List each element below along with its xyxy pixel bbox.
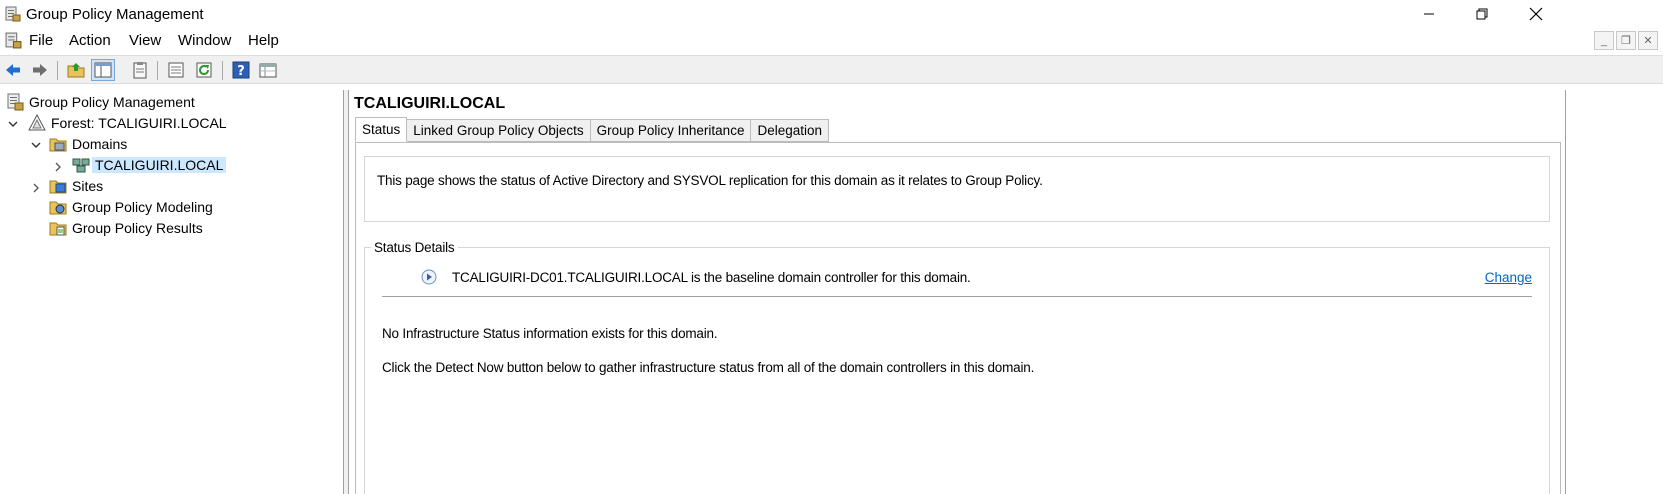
- back-arrow-icon[interactable]: [4, 61, 22, 79]
- details-pane: TCALIGUIRI.LOCAL Status Linked Group Pol…: [350, 90, 1566, 494]
- menu-bar: File Action View Window Help _ ❐ ✕: [0, 28, 1663, 54]
- toolbar-separator: [222, 61, 223, 80]
- tree-item-gpm-root[interactable]: Group Policy Management: [6, 92, 195, 112]
- mdi-restore-button[interactable]: ❐: [1616, 31, 1636, 50]
- info-text: This page shows the status of Active Dir…: [377, 173, 1043, 188]
- tree-label-root: Group Policy Management: [29, 94, 195, 110]
- gp-results-icon: [49, 222, 67, 236]
- forward-arrow-icon[interactable]: [31, 61, 49, 79]
- menu-window[interactable]: Window: [178, 32, 231, 49]
- title-bar: Group Policy Management: [0, 0, 1663, 28]
- tree-label-sites: Sites: [72, 178, 104, 194]
- menu-file[interactable]: File: [29, 32, 53, 49]
- tab-strip: Status Linked Group Policy Objects Group…: [355, 117, 829, 142]
- help-icon[interactable]: ?: [232, 61, 250, 79]
- baseline-dc-text: TCALIGUIRI-DC01.TCALIGUIRI.LOCAL is the …: [452, 269, 971, 285]
- menu-help[interactable]: Help: [248, 32, 279, 49]
- expand-circle-icon[interactable]: [421, 269, 437, 285]
- tree-item-sites[interactable]: Sites: [49, 176, 103, 196]
- svg-text:?: ?: [237, 64, 245, 79]
- properties-icon[interactable]: [167, 61, 185, 79]
- mdi-minimize-button[interactable]: _: [1594, 31, 1614, 50]
- pane-splitter[interactable]: [344, 90, 349, 494]
- page-title: TCALIGUIRI.LOCAL: [354, 95, 506, 112]
- change-baseline-link[interactable]: Change: [1485, 270, 1532, 285]
- window-title: Group Policy Management: [26, 6, 204, 23]
- tab-linked-gpos[interactable]: Linked Group Policy Objects: [406, 119, 591, 142]
- toolbar-separator: [57, 61, 58, 80]
- divider: [382, 296, 1532, 297]
- tab-delegation[interactable]: Delegation: [750, 119, 829, 142]
- tree-item-domains[interactable]: Domains: [49, 134, 127, 154]
- show-hide-console-tree-icon[interactable]: [94, 61, 112, 79]
- chevron-right-icon[interactable]: [30, 182, 42, 194]
- toolbar: ?: [0, 55, 1663, 84]
- tab-gp-inheritance[interactable]: Group Policy Inheritance: [589, 119, 752, 142]
- restore-icon: [1476, 8, 1488, 20]
- tree-label-domain: TCALIGUIRI.LOCAL: [92, 157, 227, 173]
- right-margin: [1567, 90, 1663, 494]
- domain-icon: [72, 158, 90, 173]
- system-menu-icon[interactable]: [5, 32, 22, 49]
- status-details-group: Status Details TCALIGUIRI-DC01.TCALIGUIR…: [364, 240, 1550, 494]
- gpm-node-icon: [7, 93, 24, 111]
- menu-action[interactable]: Action: [69, 32, 111, 49]
- close-icon: ✕: [1643, 35, 1653, 47]
- gpm-app-icon: [5, 6, 21, 22]
- detect-now-instructions: Click the Detect Now button below to gat…: [382, 360, 1035, 375]
- minimize-icon: _: [1600, 34, 1608, 47]
- minimize-icon: [1424, 13, 1434, 15]
- clipboard-icon[interactable]: [131, 61, 149, 79]
- tree-item-gp-results[interactable]: Group Policy Results: [49, 218, 203, 238]
- info-box: This page shows the status of Active Dir…: [364, 156, 1550, 222]
- close-icon: [1529, 7, 1543, 21]
- tree-item-forest[interactable]: Forest: TCALIGUIRI.LOCAL: [28, 113, 227, 133]
- console-tree: Group Policy Management Forest: TCALIGUI…: [0, 90, 344, 494]
- minimize-button[interactable]: [1406, 0, 1452, 28]
- tree-label-results: Group Policy Results: [72, 220, 203, 236]
- tree-label-forest: Forest: TCALIGUIRI.LOCAL: [51, 115, 227, 131]
- export-list-icon[interactable]: [259, 61, 277, 79]
- gp-modeling-icon: [49, 201, 67, 215]
- tab-status[interactable]: Status: [355, 117, 408, 142]
- baseline-dc-row: TCALIGUIRI-DC01.TCALIGUIRI.LOCAL is the …: [421, 268, 971, 286]
- refresh-icon[interactable]: [195, 61, 213, 79]
- chevron-down-icon[interactable]: [7, 118, 19, 130]
- toolbar-separator: [157, 61, 158, 80]
- tree-item-gp-modeling[interactable]: Group Policy Modeling: [49, 197, 213, 217]
- close-button[interactable]: [1513, 0, 1559, 28]
- restore-icon: ❐: [1621, 35, 1631, 47]
- tree-label-modeling: Group Policy Modeling: [72, 199, 213, 215]
- chevron-down-icon[interactable]: [30, 139, 42, 151]
- restore-button[interactable]: [1459, 0, 1505, 28]
- up-folder-icon[interactable]: [67, 61, 85, 79]
- menu-view[interactable]: View: [129, 32, 161, 49]
- no-infrastructure-status-text: No Infrastructure Status information exi…: [382, 326, 718, 341]
- mdi-window-controls: _ ❐ ✕: [1594, 31, 1658, 50]
- domains-folder-icon: [49, 138, 67, 152]
- tree-label-domains: Domains: [72, 136, 128, 152]
- tree-item-domain-selected[interactable]: TCALIGUIRI.LOCAL: [72, 155, 227, 175]
- sites-folder-icon: [49, 180, 67, 194]
- status-details-legend: Status Details: [371, 240, 458, 255]
- chevron-right-icon[interactable]: [52, 161, 64, 173]
- status-tab-panel: This page shows the status of Active Dir…: [355, 142, 1561, 494]
- forest-icon: [28, 114, 46, 131]
- mdi-close-button[interactable]: ✕: [1638, 31, 1658, 50]
